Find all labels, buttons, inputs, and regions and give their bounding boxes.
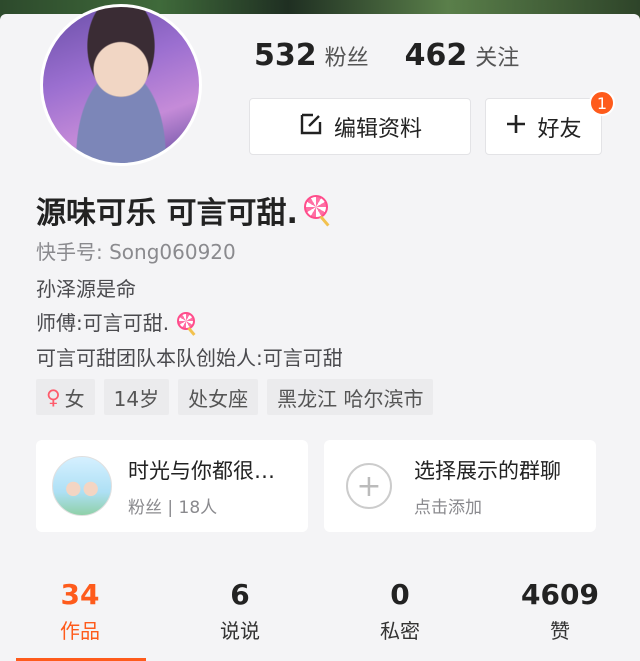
profile-tags: ♀ 女 14岁 处女座 黑龙江 哈尔滨市: [36, 379, 434, 415]
edit-icon: [298, 111, 324, 143]
following-label: 关注: [475, 46, 520, 71]
lollipop-icon: [302, 195, 332, 227]
profile-tabs: 34 作品 6 说说 0 私密 4609 赞: [0, 578, 640, 661]
female-icon: ♀: [46, 385, 61, 409]
followers-label: 粉丝: [324, 46, 369, 71]
group-subtitle: 粉丝 | 18人: [128, 497, 218, 518]
add-group-title: 选择展示的群聊: [414, 458, 561, 483]
tab-count: 6: [230, 578, 250, 611]
gender-text: 女: [64, 386, 85, 411]
follow-stats: 532 粉丝 462 关注: [254, 38, 519, 73]
tab-likes[interactable]: 4609 赞: [480, 578, 640, 661]
group-title: 时光与你都很…: [128, 458, 275, 483]
tab-label: 私密: [380, 619, 420, 643]
friends-button[interactable]: 好友: [485, 98, 602, 155]
followers-stat[interactable]: 532 粉丝: [254, 38, 369, 73]
kuaishou-id: 快手号: Song060920: [36, 240, 236, 264]
avatar[interactable]: [40, 4, 202, 166]
add-circle-icon: +: [346, 463, 392, 509]
zodiac-tag: 处女座: [178, 379, 259, 415]
tab-count: 0: [390, 578, 410, 611]
lollipop-icon: [175, 312, 197, 336]
tab-count: 34: [60, 578, 100, 611]
gender-tag: ♀ 女: [36, 379, 95, 415]
add-group-subtitle: 点击添加: [414, 497, 482, 518]
profile-name: 源味可乐 可言可甜.: [36, 196, 298, 231]
age-tag: 14岁: [103, 379, 170, 415]
friends-label: 好友: [537, 116, 582, 142]
followers-count: 532: [254, 38, 317, 73]
group-thumbnail: [52, 456, 112, 516]
edit-profile-button[interactable]: 编辑资料: [249, 98, 471, 155]
tab-label: 赞: [550, 619, 570, 643]
profile-name-row: 源味可乐 可言可甜.: [36, 188, 332, 232]
following-count: 462: [404, 38, 468, 73]
tab-works[interactable]: 34 作品: [0, 578, 160, 661]
plus-icon: [505, 113, 527, 141]
location-tag: 黑龙江 哈尔滨市: [267, 379, 434, 415]
bio-line: 孙泽源是命: [36, 277, 136, 301]
tab-posts[interactable]: 6 说说: [160, 578, 320, 661]
bio-line-master: 师傅:可言可甜.: [36, 307, 197, 336]
tab-count: 4609: [521, 578, 599, 611]
tab-label: 说说: [220, 619, 260, 643]
bio-line-text: 师傅:可言可甜.: [36, 311, 170, 335]
tab-label: 作品: [60, 619, 100, 643]
bio-line: 可言可甜团队本队创始人:可言可甜: [36, 346, 343, 370]
notification-badge: 1: [589, 90, 615, 116]
group-chat-card[interactable]: 时光与你都很… 粉丝 | 18人: [36, 440, 308, 532]
tab-private[interactable]: 0 私密: [320, 578, 480, 661]
edit-profile-label: 编辑资料: [333, 116, 422, 142]
following-stat[interactable]: 462 关注: [405, 38, 520, 73]
add-group-chat-card[interactable]: + 选择展示的群聊 点击添加: [324, 440, 596, 532]
